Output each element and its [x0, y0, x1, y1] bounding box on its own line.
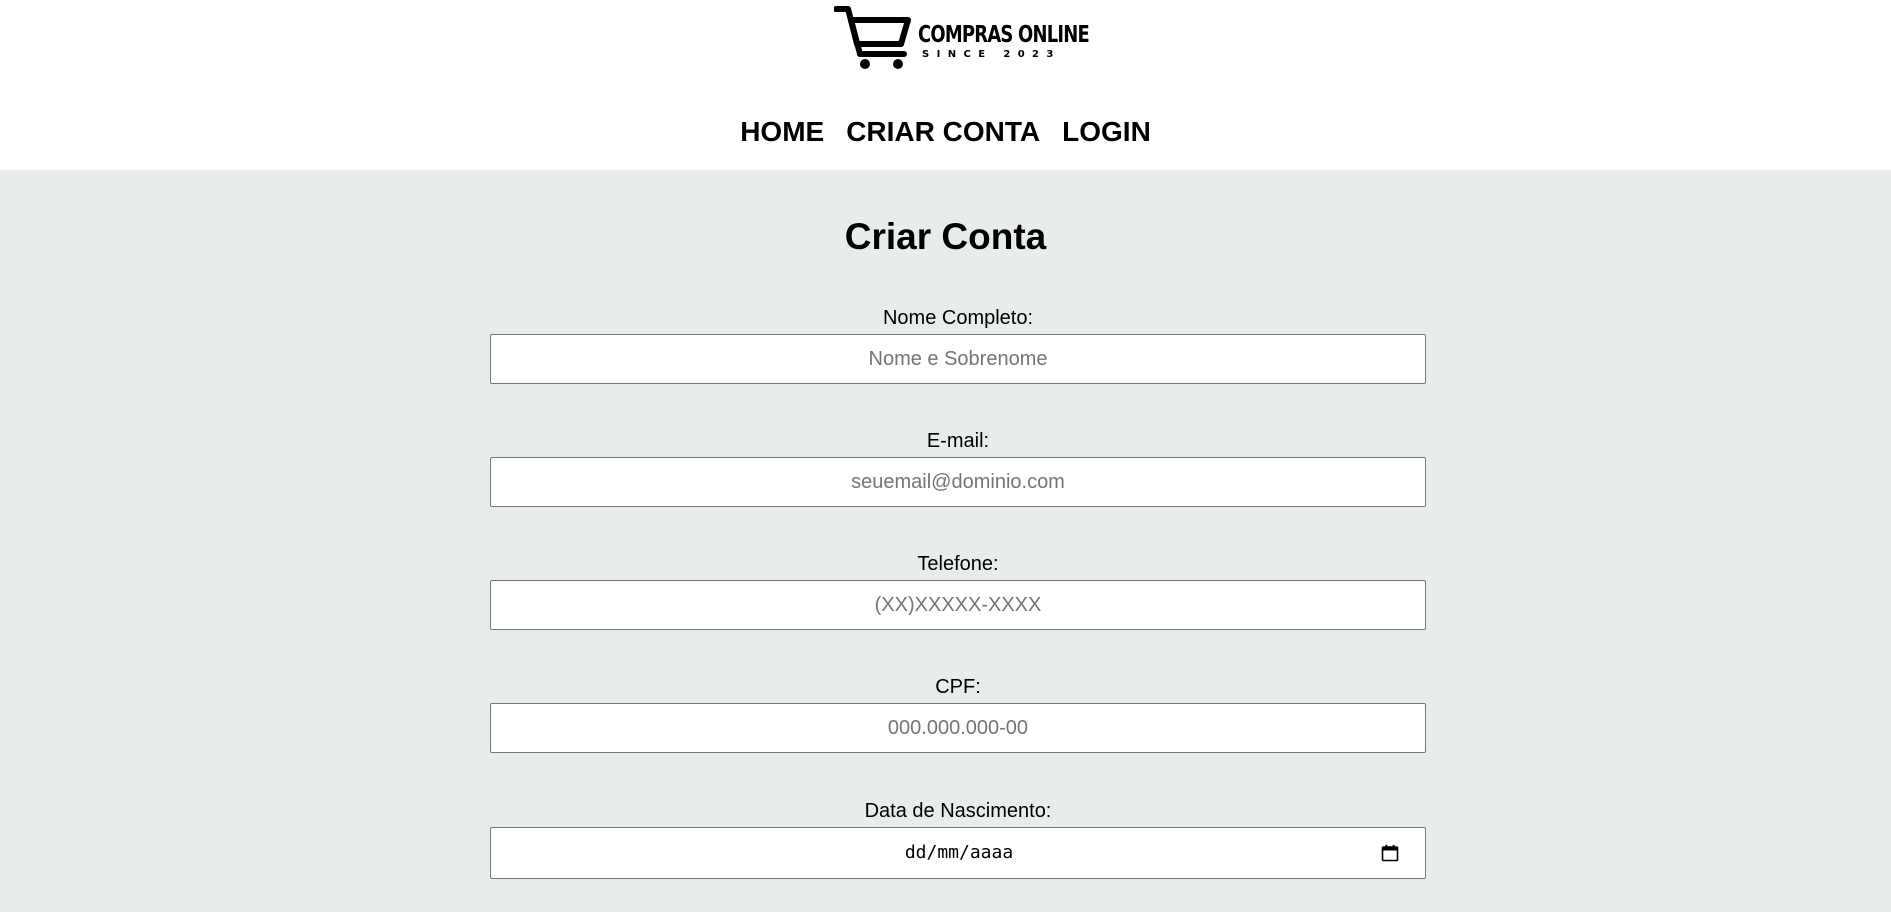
nav-home[interactable]: HOME	[740, 115, 824, 149]
cpf-input[interactable]	[490, 703, 1426, 753]
nav-criar-conta[interactable]: CRIAR CONTA	[846, 115, 1040, 149]
cpf-label: CPF:	[935, 676, 981, 698]
email-field: E-mail:	[490, 429, 1426, 507]
birth-date-label: Data de Nascimento:	[864, 800, 1052, 822]
logo-title: COMPRAS ONLINE	[918, 22, 1090, 48]
birth-date-field: Data de Nascimento: dd/mm/aaaa	[490, 799, 1426, 879]
full-name-field: Nome Completo:	[490, 306, 1426, 384]
site-header: COMPRAS ONLINE SINCE 2023 HOME CRIAR CON…	[0, 0, 1891, 170]
full-name-input[interactable]	[490, 334, 1426, 384]
phone-input[interactable]	[490, 580, 1426, 630]
email-input[interactable]	[490, 457, 1426, 507]
nav-login[interactable]: LOGIN	[1062, 115, 1151, 149]
site-logo[interactable]: COMPRAS ONLINE SINCE 2023	[834, 4, 1090, 70]
phone-field: Telefone:	[490, 552, 1426, 630]
phone-label: Telefone:	[917, 553, 999, 575]
birth-date-input[interactable]: dd/mm/aaaa	[490, 827, 1426, 879]
main-nav: HOME CRIAR CONTA LOGIN	[0, 115, 1891, 149]
page-title: Criar Conta	[844, 216, 1047, 257]
email-label: E-mail:	[926, 430, 990, 452]
shopping-cart-icon	[834, 6, 911, 69]
calendar-icon[interactable]	[1381, 844, 1399, 862]
cpf-field: CPF:	[490, 675, 1426, 753]
birth-date-placeholder: dd/mm/aaaa	[904, 842, 1014, 863]
full-name-label: Nome Completo:	[882, 307, 1034, 329]
logo-subtitle: SINCE 2023	[922, 49, 1061, 60]
